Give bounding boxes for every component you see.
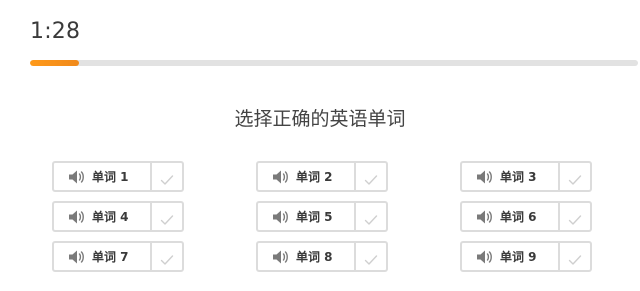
speaker-icon [272,209,290,225]
check-icon [568,211,582,225]
speaker-icon [68,249,86,265]
select-word-button[interactable] [354,163,386,190]
speaker-icon [476,249,494,265]
word-option-5[interactable]: 单词 5 [256,201,388,232]
select-word-button[interactable] [558,163,590,190]
word-label: 单词 8 [296,250,333,264]
word-option-4[interactable]: 单词 4 [52,201,184,232]
word-label: 单词 5 [296,210,333,224]
word-label: 单词 2 [296,170,333,184]
word-label: 单词 6 [500,210,537,224]
check-icon [364,171,378,185]
word-label: 单词 7 [92,250,129,264]
check-icon [160,211,174,225]
select-word-button[interactable] [150,203,182,230]
word-grid: 单词 1 单词 2 单词 3 单词 4 单词 5 单词 6 单词 7 单词 8 单词 9 [0,0,640,291]
word-option-7[interactable]: 单词 7 [52,241,184,272]
check-icon [364,251,378,265]
play-audio-button[interactable]: 单词 6 [462,203,558,230]
word-option-6[interactable]: 单词 6 [460,201,592,232]
play-audio-button[interactable]: 单词 5 [258,203,354,230]
play-audio-button[interactable]: 单词 8 [258,243,354,270]
select-word-button[interactable] [150,163,182,190]
play-audio-button[interactable]: 单词 7 [54,243,150,270]
speaker-icon [272,249,290,265]
word-option-3[interactable]: 单词 3 [460,161,592,192]
word-option-9[interactable]: 单词 9 [460,241,592,272]
play-audio-button[interactable]: 单词 4 [54,203,150,230]
select-word-button[interactable] [354,243,386,270]
select-word-button[interactable] [558,243,590,270]
speaker-icon [476,209,494,225]
play-audio-button[interactable]: 单词 1 [54,163,150,190]
word-label: 单词 1 [92,170,129,184]
check-icon [160,171,174,185]
speaker-icon [68,209,86,225]
speaker-icon [68,169,86,185]
select-word-button[interactable] [558,203,590,230]
word-label: 单词 3 [500,170,537,184]
speaker-icon [272,169,290,185]
word-option-8[interactable]: 单词 8 [256,241,388,272]
play-audio-button[interactable]: 单词 3 [462,163,558,190]
play-audio-button[interactable]: 单词 2 [258,163,354,190]
check-icon [568,251,582,265]
word-label: 单词 9 [500,250,537,264]
select-word-button[interactable] [354,203,386,230]
select-word-button[interactable] [150,243,182,270]
word-label: 单词 4 [92,210,129,224]
check-icon [364,211,378,225]
check-icon [160,251,174,265]
play-audio-button[interactable]: 单词 9 [462,243,558,270]
word-option-1[interactable]: 单词 1 [52,161,184,192]
check-icon [568,171,582,185]
word-option-2[interactable]: 单词 2 [256,161,388,192]
speaker-icon [476,169,494,185]
